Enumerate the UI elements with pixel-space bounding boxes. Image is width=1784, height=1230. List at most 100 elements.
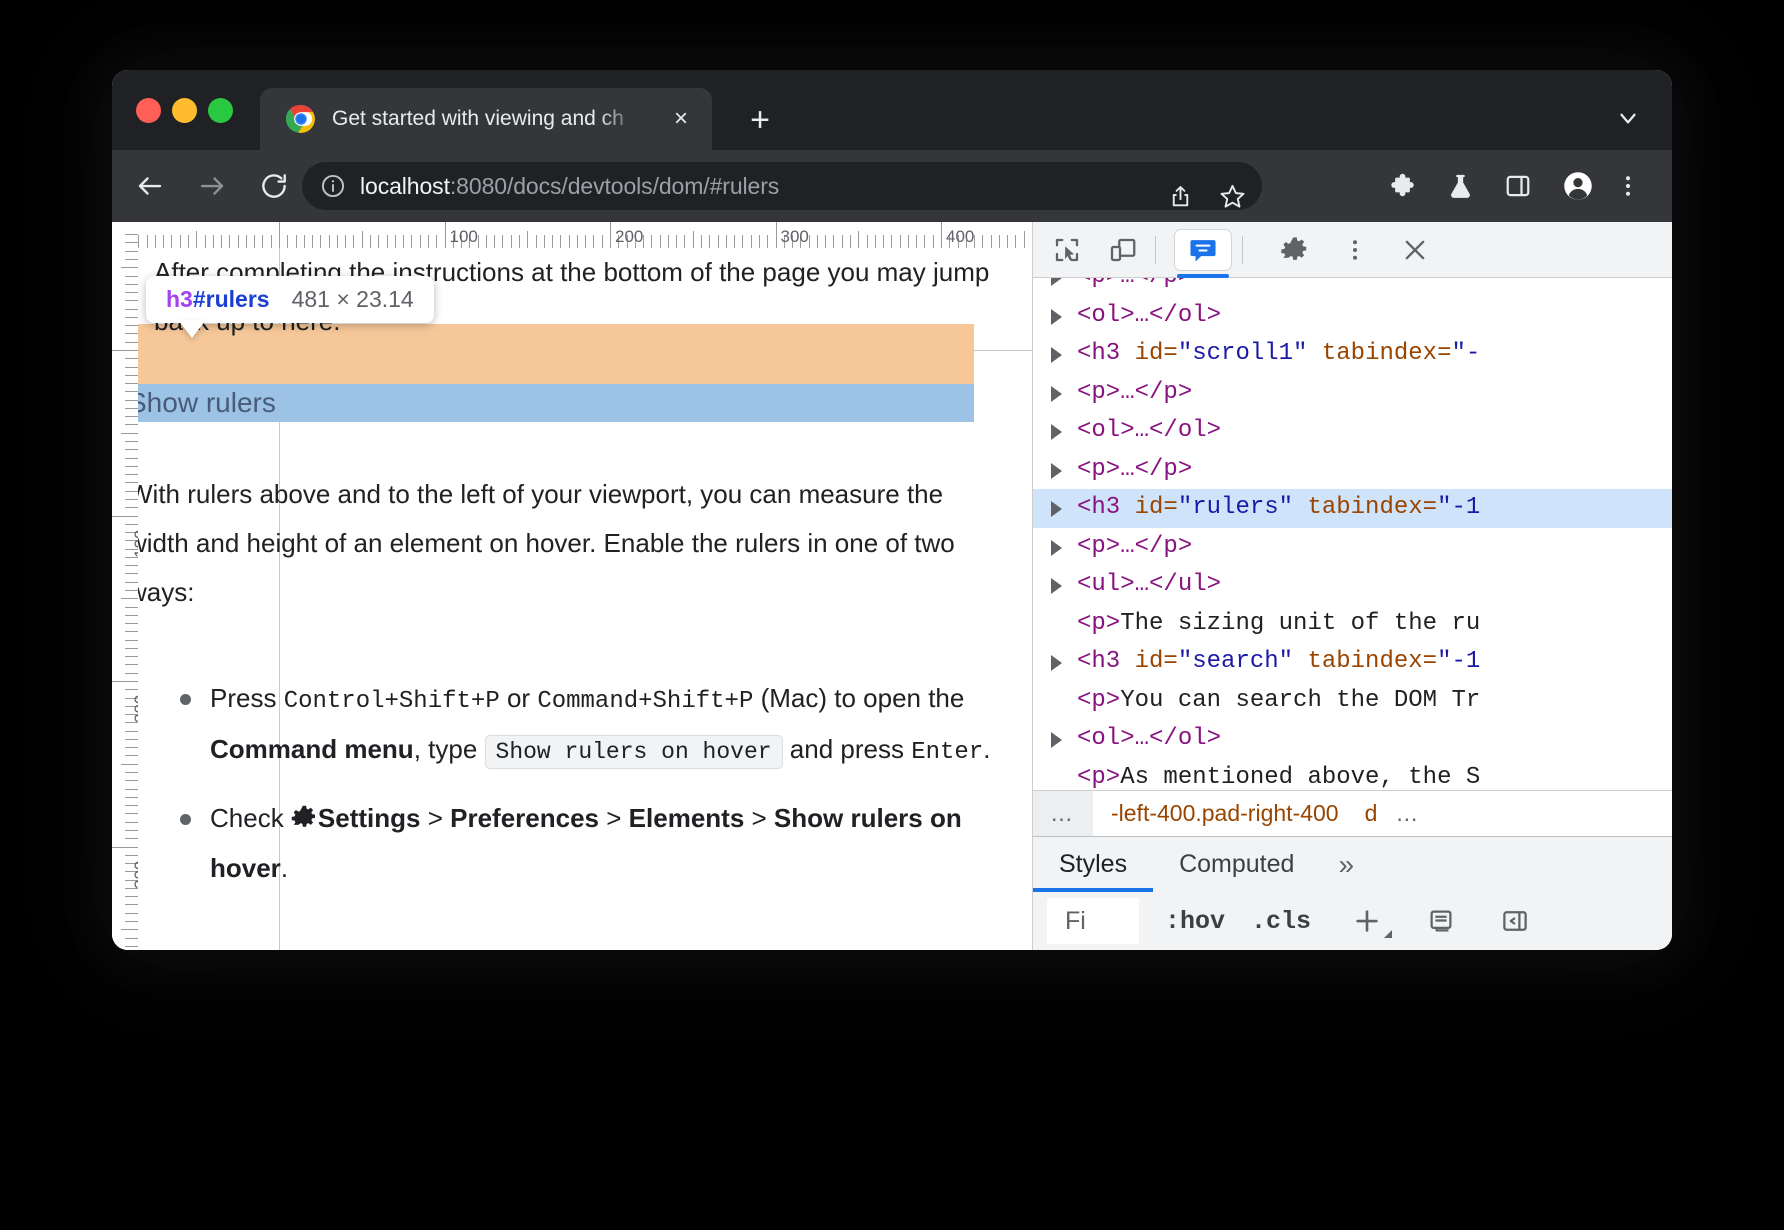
share-icon[interactable] xyxy=(1158,174,1202,218)
dom-token: "-1 xyxy=(1437,494,1480,521)
puzzle-piece-icon[interactable] xyxy=(1380,164,1424,208)
expand-triangle-icon[interactable] xyxy=(1051,463,1062,479)
dom-tree-row[interactable]: <ol>…</ol> xyxy=(1033,412,1672,451)
bullet1-t1: Press xyxy=(210,683,284,713)
dom-tree-row[interactable]: <ol>…</ol> xyxy=(1033,297,1672,336)
dom-tree-row[interactable]: <p>…</p> xyxy=(1033,278,1672,297)
chat-bubble-icon[interactable] xyxy=(1174,229,1232,271)
avatar-icon[interactable] xyxy=(1556,164,1600,208)
window-minimize-button[interactable] xyxy=(172,98,197,123)
bullet1-t3: (Mac) to open the xyxy=(753,683,964,713)
copy-icon[interactable] xyxy=(1419,901,1463,941)
tooltip-element-id: #rulers xyxy=(193,286,270,312)
list-item: Press Control+Shift+P or Command+Shift+P… xyxy=(128,674,1004,776)
bullet2-bold-settings: Settings xyxy=(318,803,421,833)
dom-tree-row[interactable]: <ul>…</ul> xyxy=(1033,566,1672,605)
forward-arrow-icon[interactable] xyxy=(188,162,236,210)
kebab-menu-icon[interactable] xyxy=(1333,230,1377,270)
expand-triangle-icon[interactable] xyxy=(1051,578,1062,594)
address-bar[interactable]: localhost:8080/docs/devtools/dom/#rulers xyxy=(302,162,1262,210)
dom-tree[interactable]: <p>…</p> <ol>…</ol> <h3 id="scroll1" tabin… xyxy=(1033,278,1672,790)
dom-token: <p>…</p> xyxy=(1077,456,1192,483)
dom-tree-row[interactable]: <p>…</p> xyxy=(1033,374,1672,413)
expand-triangle-icon[interactable] xyxy=(1051,424,1062,440)
flask-icon[interactable] xyxy=(1438,164,1482,208)
dom-token: <ol>…</ol> xyxy=(1077,417,1221,444)
dom-token: As mentioned above, the S xyxy=(1120,764,1480,791)
tab-computed[interactable]: Computed xyxy=(1153,837,1320,892)
expand-triangle-icon[interactable] xyxy=(1051,732,1062,748)
bullet2-bold-elements: Elements xyxy=(629,803,745,833)
breadcrumb-overflow[interactable]: … xyxy=(1033,791,1093,836)
heading-show-rulers: Show rulers xyxy=(128,382,276,424)
browser-tab[interactable]: Get started with viewing and ch × xyxy=(260,88,712,150)
expand-triangle-icon[interactable] xyxy=(1051,655,1062,671)
tooltip-selector: h3#rulers xyxy=(166,286,270,313)
star-icon[interactable] xyxy=(1210,174,1254,218)
bullet1-shortcut-mac: Command+Shift+P xyxy=(537,688,753,715)
expand-triangle-icon[interactable] xyxy=(1051,278,1062,286)
cls-toggle[interactable]: .cls xyxy=(1251,907,1311,936)
breadcrumb-overflow-right[interactable]: … xyxy=(1395,800,1421,827)
info-circle-icon[interactable] xyxy=(320,173,346,199)
expand-triangle-icon[interactable] xyxy=(1051,347,1062,363)
inspect-cursor-icon[interactable] xyxy=(1045,230,1089,270)
more-tabs-icon[interactable]: » xyxy=(1338,849,1354,881)
dom-token: id= xyxy=(1135,340,1178,367)
browser-toolbar: localhost:8080/docs/devtools/dom/#rulers xyxy=(112,150,1672,222)
dom-tree-row[interactable]: <p>You can search the DOM Tr xyxy=(1033,682,1672,721)
bullet2-sep3: > xyxy=(744,803,774,833)
dom-token: <p> xyxy=(1077,610,1120,637)
breadcrumb-item[interactable]: d xyxy=(1365,800,1378,827)
dom-token: <ol>…</ol> xyxy=(1077,725,1221,752)
breadcrumb[interactable]: … -left-400.pad-right-400 d … xyxy=(1033,790,1672,836)
dom-token: <h3 xyxy=(1077,648,1135,675)
dom-tree-row[interactable]: <p>The sizing unit of the ru xyxy=(1033,605,1672,644)
window-close-button[interactable] xyxy=(136,98,161,123)
dom-tree-row[interactable]: <h3 id="search" tabindex="-1 xyxy=(1033,643,1672,682)
dom-tree-row[interactable]: <h3 id="scroll1" tabindex="- xyxy=(1033,335,1672,374)
tab-close-button[interactable]: × xyxy=(666,104,696,134)
expand-triangle-icon[interactable] xyxy=(1051,309,1062,325)
side-panel-icon[interactable] xyxy=(1496,164,1540,208)
ruler-label-h: 200 xyxy=(615,227,643,247)
expand-triangle-icon[interactable] xyxy=(1051,540,1062,556)
dom-tree-row[interactable]: <p>…</p> xyxy=(1033,451,1672,490)
dom-token: "-1 xyxy=(1437,648,1480,675)
chevron-down-icon[interactable] xyxy=(1610,100,1646,136)
sidebar-toggle-icon[interactable] xyxy=(1493,901,1537,941)
window-maximize-button[interactable] xyxy=(208,98,233,123)
ruler-label-v: 100 xyxy=(131,529,138,557)
paragraph-rulers-description-wrap: With rulers above and to the left of you… xyxy=(128,470,1004,617)
bullet2-t1: Check xyxy=(210,803,291,833)
ruler-label-v: 200 xyxy=(131,695,138,723)
reload-icon[interactable] xyxy=(250,162,298,210)
dom-token: The sizing unit of the ru xyxy=(1120,610,1480,637)
kebab-menu-icon[interactable] xyxy=(1606,164,1650,208)
filter-input[interactable]: Fi xyxy=(1047,898,1139,944)
gear-icon[interactable] xyxy=(1273,230,1317,270)
dom-token: id= xyxy=(1135,648,1178,675)
dom-token: <p> xyxy=(1077,764,1120,791)
dom-tree-row[interactable]: <ol>…</ol> xyxy=(1033,720,1672,759)
plus-icon[interactable] xyxy=(1345,901,1389,941)
dom-tree-row-selected[interactable]: <h3 id="rulers" tabindex="-1 xyxy=(1033,489,1672,528)
ruler-label-h: 300 xyxy=(781,227,809,247)
hov-toggle[interactable]: :hov xyxy=(1165,907,1225,936)
device-toggle-icon[interactable] xyxy=(1101,230,1145,270)
dom-token: <ol>…</ol> xyxy=(1077,302,1221,329)
breadcrumb-item[interactable]: -left-400.pad-right-400 xyxy=(1111,800,1339,827)
tab-styles[interactable]: Styles xyxy=(1033,837,1153,892)
toolbar-divider xyxy=(1242,236,1243,264)
paragraph-rulers-description: With rulers above and to the left of you… xyxy=(128,470,1004,617)
new-tab-button[interactable]: + xyxy=(742,102,778,138)
expand-triangle-icon[interactable] xyxy=(1051,501,1062,517)
expand-triangle-icon[interactable] xyxy=(1051,386,1062,402)
back-arrow-icon[interactable] xyxy=(126,162,174,210)
list-item: Check Settings > Preferences > Elements … xyxy=(128,794,1004,894)
close-icon[interactable] xyxy=(1393,230,1437,270)
ruler-label-v: 300 xyxy=(131,860,138,888)
dom-tree-row[interactable]: <p>…</p> xyxy=(1033,528,1672,567)
dom-tree-row[interactable]: <p>As mentioned above, the S xyxy=(1033,759,1672,791)
bullet1-t2: or xyxy=(500,683,538,713)
